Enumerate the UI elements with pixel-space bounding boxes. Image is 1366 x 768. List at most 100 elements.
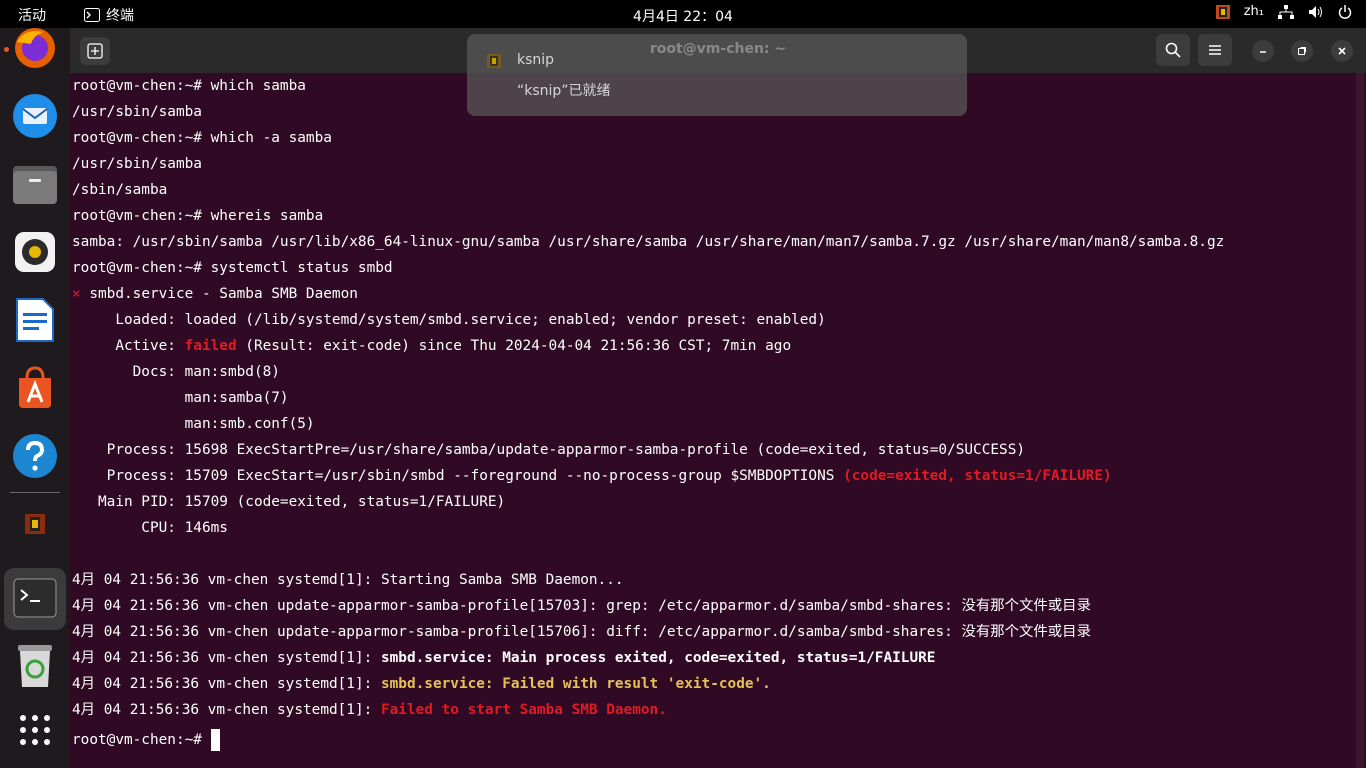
terminal-text-segment: 4月 04 21:56:36 vm-chen update-apparmor-s…	[72, 624, 1091, 640]
terminal-text-segment: /sbin/samba	[72, 182, 168, 198]
maximize-button[interactable]	[1291, 40, 1313, 62]
terminal-line: 4月 04 21:56:36 vm-chen systemd[1]: Faile…	[72, 697, 667, 723]
terminal-text-segment: root@vm-chen:~# systemctl status smbd	[72, 260, 393, 276]
terminal-text-segment: Docs: man:smbd(8)	[72, 364, 280, 380]
terminal-line: /usr/sbin/samba	[72, 99, 202, 125]
terminal-text-segment: smbd.service: Main process exited, code=…	[380, 650, 936, 666]
terminal-text-segment: root@vm-chen:~# which samba	[72, 78, 306, 94]
terminal-text-segment: smbd.service - Samba SMB Daemon	[80, 286, 358, 302]
terminal-text-segment: ×	[72, 286, 81, 302]
terminal-text-segment: Active:	[72, 338, 185, 354]
firefox-launcher[interactable]	[11, 24, 59, 72]
writer-icon	[16, 298, 54, 342]
terminal-text-segment: Process: 15709 ExecStart=/usr/sbin/smbd …	[72, 468, 844, 484]
terminal-prompt-line[interactable]: root@vm-chen:~#	[72, 727, 220, 753]
terminal-text-segment: CPU: 146ms	[72, 520, 228, 536]
ksnip-icon	[487, 54, 501, 68]
ksnip-tray-icon[interactable]	[1215, 4, 1230, 19]
rhythmbox-launcher[interactable]	[11, 228, 59, 276]
trash-icon	[18, 645, 52, 687]
terminal-line: Active: failed (Result: exit-code) since…	[72, 333, 791, 359]
terminal-line: 4月 04 21:56:36 vm-chen update-apparmor-s…	[72, 619, 1091, 645]
dock-separator	[10, 492, 60, 493]
terminal-line: root@vm-chen:~# which -a samba	[72, 125, 332, 151]
minimize-button[interactable]	[1252, 40, 1274, 62]
close-button[interactable]	[1331, 40, 1353, 62]
terminal-text-segment: 4月 04 21:56:36 vm-chen systemd[1]:	[72, 650, 381, 666]
search-button[interactable]	[1156, 34, 1190, 66]
terminal-text-segment: Loaded: loaded (/lib/systemd/system/smbd…	[72, 312, 826, 328]
terminal-text-segment: (Result: exit-code) since Thu 2024-04-04…	[236, 338, 792, 354]
dock	[0, 28, 70, 768]
hamburger-icon	[1209, 45, 1221, 55]
prompt-text: root@vm-chen:~#	[72, 732, 211, 748]
ksnip-launcher[interactable]	[11, 500, 59, 548]
clock[interactable]: 4月4日 22：04	[0, 6, 1366, 26]
system-tray[interactable]: zh₁	[1215, 4, 1352, 19]
top-bar: 活动 终端 4月4日 22：04 zh₁	[0, 0, 1366, 28]
terminal-text-segment: man:samba(7)	[72, 390, 289, 406]
network-icon[interactable]	[1278, 4, 1294, 19]
notification-body: “ksnip”已就绪	[517, 83, 611, 99]
terminal-line: 4月 04 21:56:36 vm-chen systemd[1]: smbd.…	[72, 645, 935, 671]
terminal-line: root@vm-chen:~# systemctl status smbd	[72, 255, 393, 281]
ksnip-icon	[25, 514, 45, 534]
search-icon	[1165, 42, 1181, 58]
help-launcher[interactable]	[11, 432, 59, 480]
restore-icon	[1298, 47, 1306, 55]
terminal-line: samba: /usr/sbin/samba /usr/lib/x86_64-l…	[72, 229, 1224, 255]
terminal-text-segment: samba: /usr/sbin/samba /usr/lib/x86_64-l…	[72, 234, 1225, 250]
terminal-line: Process: 15698 ExecStartPre=/usr/share/s…	[72, 437, 1025, 463]
terminal-text-segment: Main PID: 15709 (code=exited, status=1/F…	[72, 494, 506, 510]
files-launcher[interactable]	[11, 160, 59, 208]
terminal-text-segment: 4月 04 21:56:36 vm-chen update-apparmor-s…	[72, 598, 1091, 614]
terminal-launcher[interactable]	[11, 574, 59, 622]
terminal-line: root@vm-chen:~# which samba	[72, 73, 306, 99]
terminal-scrollbar[interactable]	[1356, 73, 1364, 768]
terminal-text-segment: 4月 04 21:56:36 vm-chen systemd[1]:	[72, 676, 381, 692]
volume-icon[interactable]	[1308, 5, 1324, 19]
terminal-line: /usr/sbin/samba	[72, 151, 202, 177]
terminal-line: man:smb.conf(5)	[72, 411, 315, 437]
terminal-line: Docs: man:smbd(8)	[72, 359, 280, 385]
terminal-text-segment: Failed to start Samba SMB Daemon.	[380, 702, 667, 718]
terminal-line: Loaded: loaded (/lib/systemd/system/smbd…	[72, 307, 826, 333]
terminal-text-segment: smbd.service: Failed with result 'exit-c…	[380, 676, 771, 692]
terminal-line: CPU: 146ms	[72, 515, 228, 541]
terminal-text-segment: failed	[184, 338, 237, 354]
close-icon	[1338, 47, 1346, 55]
terminal-text-segment: 4月 04 21:56:36 vm-chen systemd[1]: Start…	[72, 572, 624, 588]
terminal-text-segment: root@vm-chen:~# which -a samba	[72, 130, 332, 146]
notification-title: ksnip	[517, 52, 555, 68]
terminal-text-segment: 4月 04 21:56:36 vm-chen systemd[1]:	[72, 702, 381, 718]
rhythmbox-icon	[15, 232, 55, 272]
terminal-line: 4月 04 21:56:36 vm-chen systemd[1]: Start…	[72, 567, 624, 593]
terminal-text-segment: /usr/sbin/samba	[72, 104, 202, 120]
thunderbird-icon	[13, 94, 57, 138]
terminal-line: × smbd.service - Samba SMB Daemon	[72, 281, 358, 307]
app-store-icon	[19, 366, 51, 408]
help-icon	[13, 434, 57, 478]
terminal-text-segment: /usr/sbin/samba	[72, 156, 202, 172]
grid-icon	[20, 715, 50, 745]
trash-launcher[interactable]	[11, 642, 59, 690]
terminal-line: Main PID: 15709 (code=exited, status=1/F…	[72, 489, 505, 515]
terminal-line: man:samba(7)	[72, 385, 289, 411]
app-center-launcher[interactable]	[11, 364, 59, 412]
text-cursor	[210, 729, 220, 751]
terminal-text-segment: man:smb.conf(5)	[72, 416, 315, 432]
terminal-text-segment: root@vm-chen:~# whereis samba	[72, 208, 324, 224]
firefox-icon	[15, 28, 55, 68]
terminal-text-segment: (code=exited, status=1/FAILURE)	[843, 468, 1112, 484]
show-apps-button[interactable]	[11, 706, 59, 754]
input-method-indicator[interactable]: zh₁	[1244, 4, 1264, 19]
libreoffice-writer-launcher[interactable]	[11, 296, 59, 344]
terminal-output[interactable]: 4月 04 21:56:36 vm-chen systemd[1]: Faile…	[70, 73, 1354, 768]
terminal-line: 4月 04 21:56:36 vm-chen systemd[1]: smbd.…	[72, 671, 771, 697]
notification-popup[interactable]: ksnip “ksnip”已就绪	[467, 34, 967, 116]
menu-button[interactable]	[1198, 34, 1232, 66]
thunderbird-launcher[interactable]	[11, 92, 59, 140]
terminal-line: root@vm-chen:~# whereis samba	[72, 203, 323, 229]
power-icon[interactable]	[1338, 4, 1352, 19]
terminal-line: Process: 15709 ExecStart=/usr/sbin/smbd …	[72, 463, 1112, 489]
